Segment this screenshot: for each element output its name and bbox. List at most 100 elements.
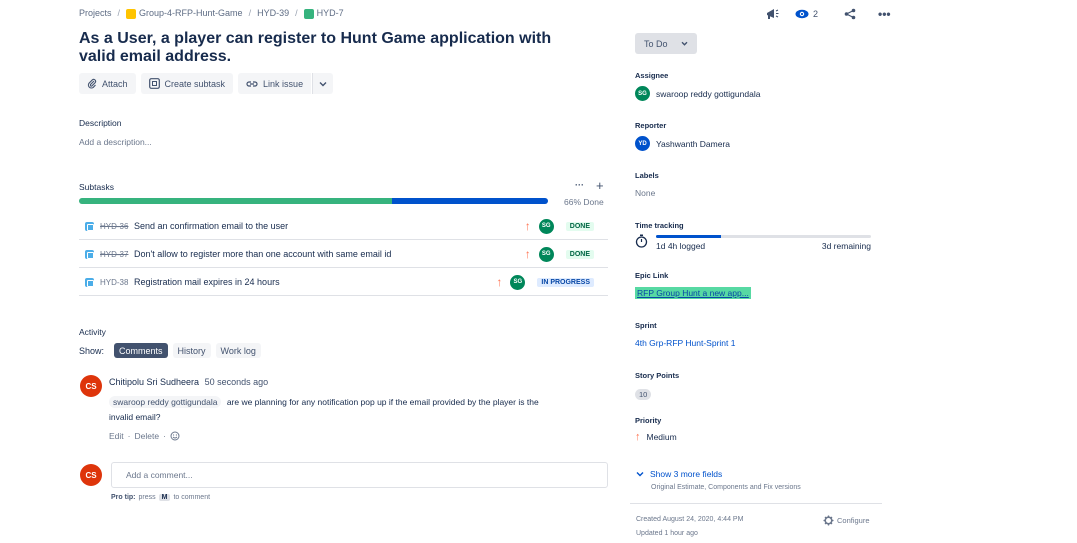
status-lozenge[interactable]: IN PROGRESS <box>537 277 594 287</box>
created-date: Created August 24, 2020, 4:44 PM <box>636 516 744 523</box>
subtask-row[interactable]: HYD-37 Don't allow to register more than… <box>79 241 608 268</box>
sprint-label: Sprint <box>635 321 657 330</box>
user-mention[interactable]: swaroop reddy gottigundala <box>109 396 222 408</box>
more-icon[interactable]: ••• <box>872 6 897 22</box>
labels-field[interactable]: None <box>635 188 655 198</box>
add-comment-field[interactable]: Add a comment... <box>111 462 608 488</box>
subtasks-more-icon[interactable]: ··· <box>575 180 584 190</box>
status-dropdown[interactable]: To Do <box>635 33 697 54</box>
tab-worklog[interactable]: Work log <box>215 343 261 358</box>
epic-link-lozenge[interactable]: RFP Group Hunt a new app... <box>635 287 751 299</box>
issue-title[interactable]: As a User, a player can register to Hunt… <box>79 30 589 66</box>
comment-actions: Edit · Delete · <box>109 431 180 441</box>
more-fields-description: Original Estimate, Components and Fix ve… <box>651 484 801 491</box>
status-label: To Do <box>644 38 668 49</box>
subtask-icon <box>148 78 160 89</box>
avatar: YD <box>635 136 650 151</box>
add-subtask-icon[interactable]: + <box>596 178 604 193</box>
configure-button[interactable]: Configure <box>823 515 870 526</box>
progress-in-progress-segment <box>391 198 548 204</box>
comment-text: are we planning for any notification pop… <box>226 397 539 407</box>
subtask-key[interactable]: HYD-36 <box>100 222 134 231</box>
subtask-key[interactable]: HYD-38 <box>100 278 134 287</box>
time-logged: 1d 4h logged <box>656 241 706 251</box>
epic-link-label: Epic Link <box>635 271 669 280</box>
priority-field[interactable]: ↑ Medium <box>635 431 677 443</box>
breadcrumb: Projects / Group-4-RFP-Hunt-Game / HYD-3… <box>79 8 344 19</box>
watch-count: 2 <box>813 9 819 19</box>
time-tracking-field[interactable]: 1d 4h logged 3d remaining <box>635 234 871 252</box>
breadcrumb-project-label: Group-4-RFP-Hunt-Game <box>139 8 243 18</box>
tab-comments[interactable]: Comments <box>114 343 168 358</box>
status-lozenge[interactable]: DONE <box>565 249 594 259</box>
comment-body: swaroop reddy gottigundala are we planni… <box>109 395 599 425</box>
pro-tip-label: Pro tip: <box>111 494 136 501</box>
subtask-row[interactable]: HYD-36 Send an confirmation email to the… <box>79 213 608 240</box>
chevron-down-icon <box>681 41 688 46</box>
subtask-icon <box>85 249 94 259</box>
breadcrumb-epic[interactable]: HYD-7 <box>303 8 344 19</box>
priority-value: Medium <box>646 432 677 442</box>
share-icon[interactable] <box>838 6 862 22</box>
gear-icon <box>823 515 834 526</box>
status-lozenge[interactable]: DONE <box>565 221 594 231</box>
show-more-fields[interactable]: Show 3 more fields <box>636 469 722 479</box>
comment-time: 50 seconds ago <box>204 377 269 387</box>
time-tracking-fill <box>656 235 721 238</box>
eye-icon <box>795 9 809 19</box>
sprint-link[interactable]: 4th Grp-RFP Hunt-Sprint 1 <box>635 338 735 348</box>
reporter-label: Reporter <box>635 121 667 130</box>
show-more-label: Show 3 more fields <box>650 469 723 479</box>
assignee-field[interactable]: SG swaroop reddy gottigundala <box>635 86 760 101</box>
more-actions-dropdown[interactable] <box>312 73 334 94</box>
delete-comment-link[interactable]: Delete <box>135 431 160 441</box>
watch-button[interactable]: 2 <box>789 6 824 22</box>
configure-label: Configure <box>837 516 870 525</box>
story-points-badge[interactable]: 10 <box>635 389 652 400</box>
edit-comment-link[interactable]: Edit <box>109 431 124 441</box>
updated-date: Updated 1 hour ago <box>636 530 698 537</box>
attach-label: Attach <box>102 78 128 89</box>
subtasks-label: Subtasks <box>79 182 114 192</box>
breadcrumb-epic-label: HYD-7 <box>316 8 344 18</box>
avatar[interactable]: CS <box>80 375 102 397</box>
breadcrumb-parent[interactable]: HYD-39 <box>257 8 289 18</box>
pro-tip-press: press <box>138 494 156 501</box>
story-icon <box>303 8 314 19</box>
assignee-label: Assignee <box>635 71 669 80</box>
activity-label: Activity <box>79 327 106 337</box>
chevron-down-icon <box>319 81 327 86</box>
link-issue-button[interactable]: Link issue <box>238 73 312 94</box>
subtask-row[interactable]: HYD-38 Registration mail expires in 24 h… <box>79 269 608 296</box>
project-icon <box>126 8 137 19</box>
separator-dot: · <box>163 431 166 441</box>
breadcrumb-project[interactable]: Group-4-RFP-Hunt-Game <box>126 8 243 19</box>
avatar[interactable]: SG <box>538 246 554 262</box>
avatar[interactable]: SG <box>538 218 554 234</box>
priority-medium-icon: ↑ <box>496 275 503 289</box>
create-subtask-button[interactable]: Create subtask <box>140 73 234 94</box>
show-label: Show: <box>79 345 105 356</box>
priority-medium-icon: ↑ <box>524 247 531 261</box>
reporter-name: Yashwanth Damera <box>656 138 731 149</box>
subtask-summary[interactable]: Send an confirmation email to the user <box>134 221 525 231</box>
avatar[interactable]: SG <box>510 274 526 290</box>
reporter-field[interactable]: YD Yashwanth Damera <box>635 136 730 151</box>
breadcrumb-projects[interactable]: Projects <box>79 8 112 18</box>
subtask-summary[interactable]: Registration mail expires in 24 hours <box>134 277 496 287</box>
subtask-summary[interactable]: Don't allow to register more than one ac… <box>134 249 525 259</box>
add-reaction-icon[interactable] <box>170 431 180 441</box>
divider <box>630 503 882 504</box>
comment-text-cont: invalid email? <box>109 412 161 422</box>
comment-header: Chitipolu Sri Sudheera 50 seconds ago <box>109 377 268 387</box>
link-icon <box>246 80 258 87</box>
megaphone-icon[interactable] <box>760 6 785 22</box>
chevron-down-icon <box>636 472 644 477</box>
create-subtask-label: Create subtask <box>164 78 226 89</box>
avatar[interactable]: CS <box>80 464 102 486</box>
tab-history[interactable]: History <box>172 343 211 358</box>
comment-author[interactable]: Chitipolu Sri Sudheera <box>109 377 199 387</box>
description-field[interactable]: Add a description... <box>79 137 152 147</box>
attach-button[interactable]: Attach <box>79 73 136 94</box>
subtask-key[interactable]: HYD-37 <box>100 250 134 259</box>
